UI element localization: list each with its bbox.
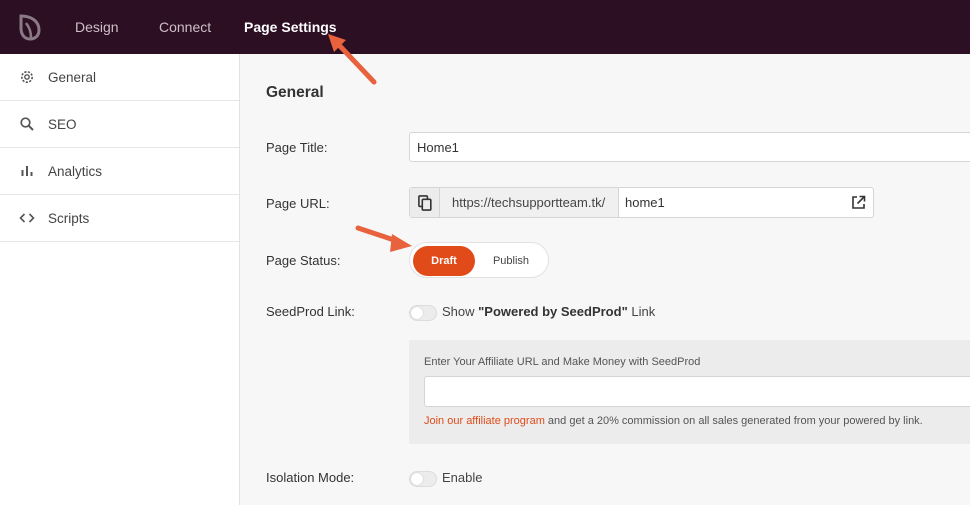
sidebar-item-label: General <box>48 69 97 85</box>
tab-connect[interactable]: Connect <box>159 0 211 54</box>
page-title-input[interactable] <box>409 132 970 162</box>
affiliate-note: Join our affiliate program and get a 20%… <box>424 415 923 427</box>
section-title: General <box>266 84 324 101</box>
status-publish-button[interactable]: Publish <box>480 246 542 276</box>
switch-knob <box>411 473 423 485</box>
status-draft-button[interactable]: Draft <box>413 246 475 276</box>
code-icon <box>19 210 35 226</box>
url-prefix: https://techsupportteam.tk/ <box>440 188 619 217</box>
affiliate-program-link[interactable]: Join our affiliate program <box>424 415 545 427</box>
seedprod-logo-icon[interactable] <box>17 13 43 41</box>
sidebar-item-label: Analytics <box>48 163 103 179</box>
switch-knob <box>411 307 423 319</box>
sidebar-item-seo[interactable]: SEO <box>0 101 239 148</box>
sidebar-item-label: Scripts <box>48 210 90 226</box>
page-url-label: Page URL: <box>266 196 330 211</box>
sidebar-item-analytics[interactable]: Analytics <box>0 148 239 195</box>
top-navigation-bar: Design Connect Page Settings <box>0 0 970 54</box>
affiliate-url-input[interactable] <box>424 376 970 407</box>
tab-design[interactable]: Design <box>75 0 119 54</box>
affiliate-box: Enter Your Affiliate URL and Make Money … <box>409 340 970 444</box>
affiliate-url-label: Enter Your Affiliate URL and Make Money … <box>424 356 701 368</box>
page-title-label: Page Title: <box>266 140 328 155</box>
copy-icon <box>417 194 432 211</box>
open-url-button[interactable] <box>843 188 873 217</box>
external-link-icon <box>851 195 865 209</box>
search-icon <box>19 116 35 132</box>
copy-url-button[interactable] <box>410 188 440 217</box>
page-url-slug-input[interactable] <box>619 188 843 217</box>
page-status-toggle: Draft Publish <box>409 242 549 278</box>
page-status-label: Page Status: <box>266 253 341 268</box>
bar-chart-icon <box>19 163 35 179</box>
settings-sidebar: General SEO Analytics Scripts <box>0 54 240 505</box>
sidebar-item-label: SEO <box>48 116 77 132</box>
seedprod-link-switch-text: Show "Powered by SeedProd" Link <box>442 304 656 319</box>
seedprod-link-switch[interactable] <box>409 305 437 321</box>
isolation-mode-label: Isolation Mode: <box>266 470 355 485</box>
isolation-mode-switch-text: Enable <box>442 470 483 485</box>
gear-icon <box>19 69 35 85</box>
isolation-mode-switch[interactable] <box>409 471 437 487</box>
settings-panel: General Page Title: Page URL: https://te… <box>241 54 970 505</box>
sidebar-item-general[interactable]: General <box>0 54 239 101</box>
sidebar-item-scripts[interactable]: Scripts <box>0 195 239 242</box>
seedprod-link-label: SeedProd Link: <box>266 304 355 319</box>
page-url-field: https://techsupportteam.tk/ <box>409 187 874 218</box>
tab-page-settings[interactable]: Page Settings <box>244 0 337 54</box>
